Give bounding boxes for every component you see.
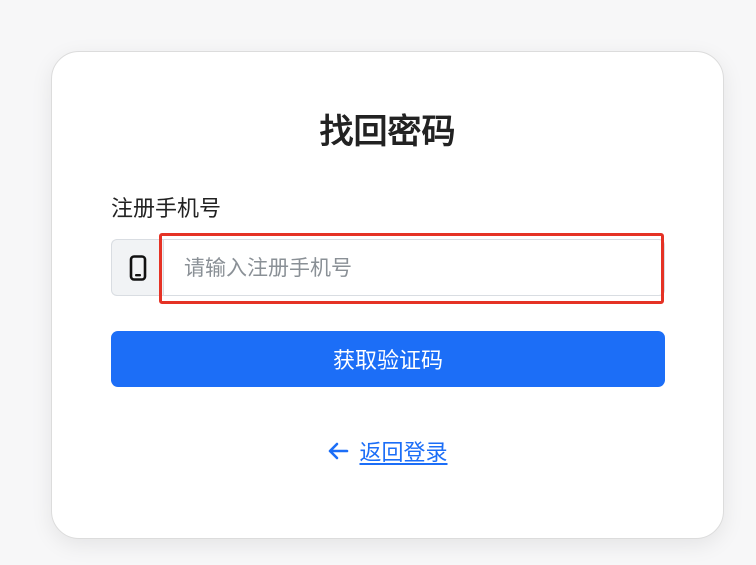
phone-field-label: 注册手机号 [111, 197, 222, 222]
mobile-phone-icon [129, 254, 146, 281]
page-title: 找回密码 [319, 112, 456, 152]
phone-input[interactable] [163, 239, 665, 296]
phone-input-group [111, 233, 665, 304]
phone-input-wrapper [159, 233, 665, 304]
phone-addon [111, 239, 163, 296]
back-to-login-label: 返回登录 [359, 441, 448, 466]
find-password-card: 找回密码 注册手机号 获取验证码 返回登录 [51, 51, 724, 539]
arrow-left-icon [329, 442, 349, 460]
back-to-login-link[interactable]: 返回登录 [52, 435, 723, 467]
get-verification-code-button[interactable]: 获取验证码 [111, 331, 665, 387]
